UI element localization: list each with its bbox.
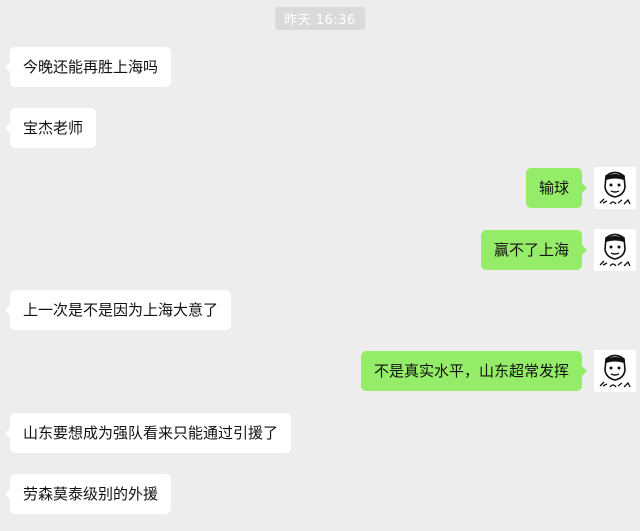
message-bubble-left[interactable]: 山东要想成为强队看来只能通过引援了 xyxy=(4,413,292,453)
message-bubble-left[interactable]: 宝杰老师 xyxy=(4,108,97,148)
message-bubble-left[interactable]: 劳森莫泰级别的外援 xyxy=(4,474,172,514)
message-bubble-right[interactable]: 输球 xyxy=(525,168,588,208)
message-bubble-right[interactable]: 不是真实水平，山东超常发挥 xyxy=(360,351,588,391)
message-bubble-left[interactable]: 今晚还能再胜上海吗 xyxy=(4,47,172,87)
cartoon-face-icon xyxy=(594,167,636,209)
cartoon-face-icon xyxy=(594,350,636,392)
timestamp: 昨天 16:36 xyxy=(275,7,365,30)
message-bubble-left[interactable]: 上一次是不是因为上海大意了 xyxy=(4,290,232,330)
avatar[interactable] xyxy=(594,167,636,209)
message-bubble-right[interactable]: 赢不了上海 xyxy=(480,230,588,270)
avatar[interactable] xyxy=(594,229,636,271)
avatar[interactable] xyxy=(594,350,636,392)
cartoon-face-icon xyxy=(594,229,636,271)
